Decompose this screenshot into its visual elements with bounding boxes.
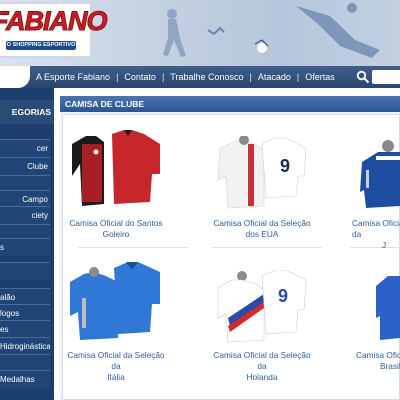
sidebar-item-label: ciety <box>31 211 48 220</box>
row-divider <box>212 247 322 248</box>
product-image[interactable] <box>374 272 400 342</box>
sidebar-item[interactable]: s <box>0 238 50 256</box>
logo[interactable]: FABIANO O SHOPPING ESPORTIVO <box>0 2 108 58</box>
sidebar-item[interactable]: es <box>0 320 50 338</box>
product-title-line: Goleiro <box>102 229 130 239</box>
sidebar-item-label: es <box>0 325 9 334</box>
product-title[interactable]: Camisa Oficial Brasil <box>356 350 400 372</box>
product-title-line: Camisa Oficial do Santos <box>69 218 163 228</box>
product-title-line: Brasil <box>380 361 400 371</box>
sidebar-item-label: s <box>0 243 4 252</box>
sidebar-item-label: Medalhas <box>0 375 35 384</box>
sidebar-header: EGORIAS <box>0 100 54 124</box>
search-icon[interactable] <box>356 70 370 84</box>
product-title-line: Camisa Oficial <box>356 350 400 360</box>
nav-link-contact[interactable]: Contato <box>124 72 156 82</box>
product-title-line: Camisa Oficial da Seleção da <box>213 350 311 371</box>
nav-separator: | <box>249 72 252 82</box>
product-title[interactable]: Camisa Oficial da Seleção da Holanda <box>208 350 316 383</box>
sidebar-item[interactable]: cer <box>0 139 50 157</box>
product-title[interactable]: Camisa Oficial da J <box>352 218 400 251</box>
nav-link-careers[interactable]: Trabalhe Conosco <box>170 72 243 82</box>
header-banner: FABIANO O SHOPPING ESPORTIVO <box>0 0 400 66</box>
sidebar-item[interactable]: Hidroginástica <box>0 337 50 355</box>
nav-separator: | <box>296 72 300 82</box>
nav-link-offers[interactable]: Ofertas <box>305 72 335 82</box>
product-title[interactable]: Camisa Oficial da Seleção dos EUA <box>212 218 312 240</box>
product-image[interactable] <box>68 262 164 342</box>
product-title-line: Holanda <box>246 372 278 382</box>
sidebar-item[interactable] <box>0 262 50 280</box>
product-title-line: J <box>382 240 387 250</box>
product-title-line: Camisa Oficial da Seleção da <box>67 350 165 371</box>
nav-link-about[interactable]: A Esporte Fabiano <box>36 72 110 82</box>
sidebar-item[interactable]: ciety <box>0 206 50 224</box>
logo-text: FABIANO <box>0 6 108 37</box>
nav-separator: | <box>161 72 165 82</box>
product-title-line: Camisa Oficial da Seleção <box>213 218 311 228</box>
product-image[interactable] <box>358 140 400 212</box>
sidebar-item[interactable]: Clube <box>0 157 50 175</box>
sidebar-item[interactable]: Medalhas <box>0 370 50 388</box>
sidebar-item-label: Clube <box>27 162 48 171</box>
section-title: CAMISA DE CLUBE <box>60 96 400 112</box>
product-title-line: Camisa Oficial da <box>352 218 400 239</box>
nav-separator: | <box>116 72 119 82</box>
product-image[interactable]: 9 <box>214 270 310 344</box>
row-divider <box>78 247 188 248</box>
top-nav-links: A Esporte Fabiano | Contato | Trabalhe C… <box>36 66 335 88</box>
logo-tagline: O SHOPPING ESPORTIVO <box>6 41 76 50</box>
search-input[interactable] <box>372 70 400 84</box>
shirt-number: 9 <box>280 156 290 176</box>
product-image[interactable]: 9 <box>214 136 310 210</box>
product-title[interactable]: Camisa Oficial da Seleção da Itália <box>62 350 170 383</box>
sidebar-item-label: cer <box>36 144 48 153</box>
sidebar-item-label: Hidroginástica <box>0 342 50 351</box>
nav-link-wholesale[interactable]: Atacado <box>258 72 291 82</box>
product-title-line: Itália <box>107 372 125 382</box>
product-title[interactable]: Camisa Oficial do Santos Goleiro <box>66 218 166 240</box>
product-image[interactable] <box>68 130 164 210</box>
nav-corner <box>0 66 30 88</box>
shirt-number: 9 <box>278 286 288 306</box>
product-title-line: dos EUA <box>245 229 279 239</box>
